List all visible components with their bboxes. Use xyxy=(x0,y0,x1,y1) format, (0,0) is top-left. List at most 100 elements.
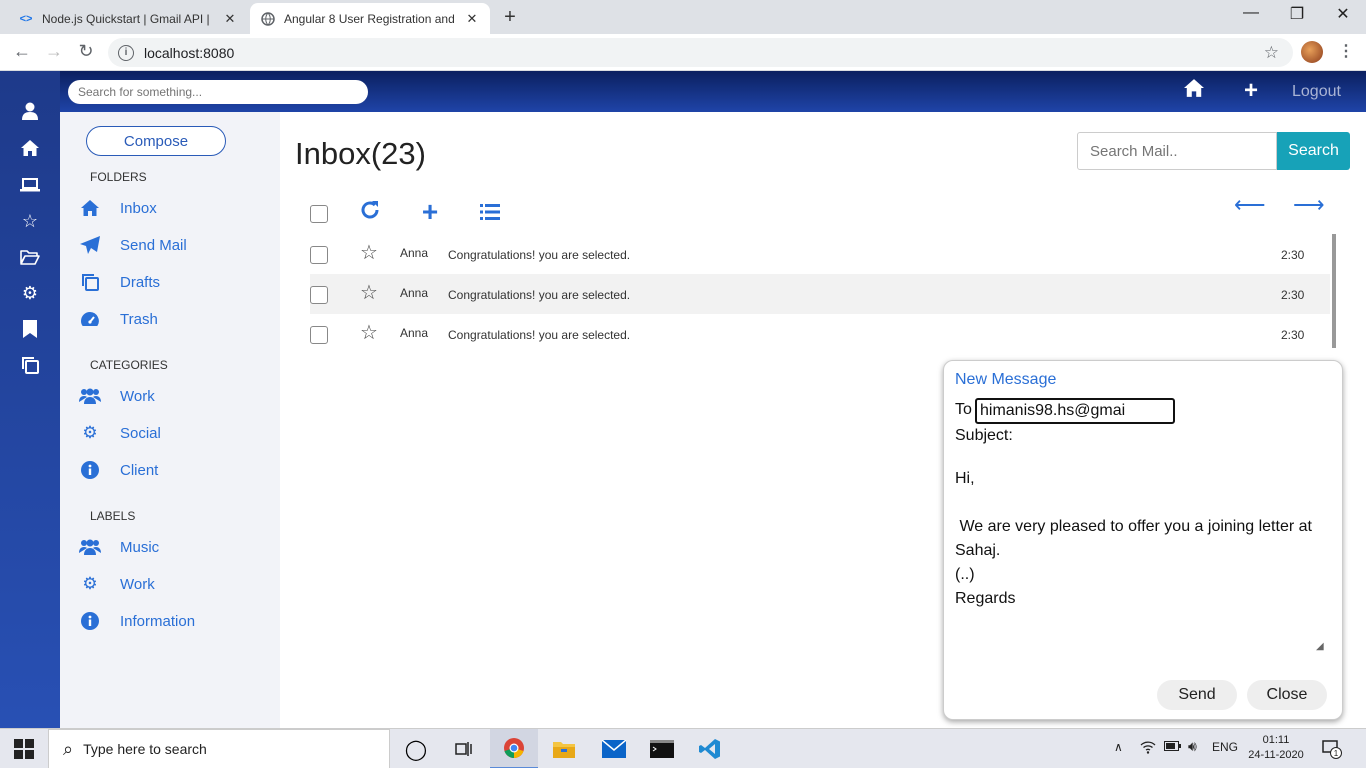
minimize-icon[interactable]: — xyxy=(1228,4,1274,22)
sidebar-item-social[interactable]: ⚙ Social xyxy=(78,421,160,445)
mail-list-scrollbar[interactable] xyxy=(1332,234,1336,348)
language-indicator[interactable]: ENG xyxy=(1212,740,1238,754)
mail-search-input[interactable] xyxy=(1077,132,1277,170)
to-field[interactable] xyxy=(975,398,1175,424)
browser-tab-bar: <> Node.js Quickstart | Gmail API | ✕ An… xyxy=(0,0,1366,34)
mail-checkbox[interactable] xyxy=(310,326,328,344)
info-icon xyxy=(78,611,102,631)
compose-button[interactable]: Compose xyxy=(86,126,226,156)
sidebar-item-work[interactable]: Work xyxy=(78,384,155,408)
taskbar-search[interactable]: ⌕ Type here to search xyxy=(48,729,390,768)
new-tab-button[interactable]: + xyxy=(500,6,520,29)
chevron-up-icon[interactable]: ∧ xyxy=(1114,740,1123,754)
browser-toolbar: ← → ↻ i localhost:8080 ☆ xyxy=(0,34,1366,71)
address-bar[interactable]: i localhost:8080 ☆ xyxy=(108,38,1293,67)
clock-time: 01:11 xyxy=(1262,734,1290,746)
cortana-icon[interactable]: ◯ xyxy=(392,729,440,768)
sidebar-item-label: Drafts xyxy=(120,273,161,291)
select-all-checkbox[interactable] xyxy=(310,205,328,223)
star-icon[interactable]: ☆ xyxy=(360,240,378,265)
user-icon[interactable] xyxy=(18,99,42,123)
close-window-icon[interactable]: ✕ xyxy=(1320,4,1366,24)
icon-rail: ☆ ⚙ xyxy=(0,71,60,728)
refresh-icon[interactable] xyxy=(358,200,382,226)
mail-row[interactable]: ☆ Anna Congratulations! you are selected… xyxy=(310,314,1330,354)
gear-icon: ⚙ xyxy=(82,423,98,442)
arrow-right-icon[interactable]: ⟶ xyxy=(1293,192,1325,218)
task-view-icon[interactable] xyxy=(440,729,488,768)
close-tab-icon[interactable]: ✕ xyxy=(464,11,480,27)
windows-taskbar: ⌕ Type here to search ◯ ∧ 🔊︎ ENG 01:11 2… xyxy=(0,728,1366,768)
mail-from: Anna xyxy=(400,286,429,300)
app-header: + Logout xyxy=(60,71,1366,112)
sidebar-item-inbox[interactable]: Inbox xyxy=(78,196,157,220)
home-icon[interactable] xyxy=(1184,79,1204,103)
close-button[interactable]: Close xyxy=(1247,680,1327,710)
profile-avatar[interactable] xyxy=(1301,41,1323,63)
sidebar-item-label: Client xyxy=(120,461,159,479)
tab-nodejs-quickstart[interactable]: <> Node.js Quickstart | Gmail API | ✕ xyxy=(8,3,248,34)
mail-checkbox[interactable] xyxy=(310,246,328,264)
bookmark-star-icon[interactable]: ☆ xyxy=(1264,43,1279,63)
home-icon[interactable] xyxy=(18,136,42,160)
battery-icon[interactable] xyxy=(1164,740,1182,755)
sidebar-item-send-mail[interactable]: Send Mail xyxy=(78,233,187,257)
close-tab-icon[interactable]: ✕ xyxy=(222,11,238,27)
laptop-icon[interactable] xyxy=(18,173,42,197)
info-icon[interactable]: i xyxy=(118,44,134,61)
resize-handle-icon[interactable]: ◢ xyxy=(1316,641,1324,652)
vscode-icon[interactable] xyxy=(686,729,734,768)
sidebar-item-label-work[interactable]: ⚙ Work xyxy=(78,572,154,596)
mail-sidebar: Compose FOLDERS Inbox Send Mail Drafts T… xyxy=(60,112,280,728)
chrome-icon[interactable] xyxy=(490,729,538,768)
message-body-textarea[interactable]: Hi, We are very pleased to offer you a j… xyxy=(955,467,1327,651)
menu-kebab-icon[interactable]: ⋮ xyxy=(1338,41,1354,61)
plus-icon[interactable]: + xyxy=(418,196,442,228)
labels-heading: LABELS xyxy=(90,509,136,523)
sidebar-item-drafts[interactable]: Drafts xyxy=(78,270,160,294)
copy-icon[interactable] xyxy=(18,353,42,377)
sidebar-item-client[interactable]: Client xyxy=(78,458,158,482)
list-icon[interactable] xyxy=(478,200,502,226)
back-icon[interactable]: ← xyxy=(10,41,34,62)
to-label: To xyxy=(955,401,972,418)
compose-title: New Message xyxy=(955,371,1057,388)
terminal-icon[interactable] xyxy=(638,729,686,768)
gear-icon[interactable]: ⚙ xyxy=(18,281,42,305)
mail-subject: Congratulations! you are selected. xyxy=(448,248,631,262)
home-icon xyxy=(78,198,102,218)
sidebar-item-label: Trash xyxy=(120,310,158,328)
star-icon[interactable]: ☆ xyxy=(360,280,378,305)
network-icon[interactable] xyxy=(1140,740,1156,757)
file-explorer-icon[interactable] xyxy=(540,729,588,768)
restore-icon[interactable]: ❐ xyxy=(1274,4,1320,24)
compose-window: New Message To Subject: Hi, We are very … xyxy=(943,360,1343,720)
arrow-left-icon[interactable]: ⟵ xyxy=(1234,192,1266,218)
reload-icon[interactable]: ↻ xyxy=(74,41,98,62)
sidebar-item-music[interactable]: Music xyxy=(78,535,159,559)
folder-open-icon[interactable] xyxy=(18,245,42,269)
plus-icon[interactable]: + xyxy=(1244,77,1258,105)
logout-link[interactable]: Logout xyxy=(1292,83,1341,101)
sidebar-item-label: Inbox xyxy=(120,199,157,217)
windows-start-icon[interactable] xyxy=(14,739,34,759)
mail-row[interactable]: ☆ Anna Congratulations! you are selected… xyxy=(310,274,1330,314)
mail-row[interactable]: ☆ Anna Congratulations! you are selected… xyxy=(310,234,1330,274)
global-search-input[interactable] xyxy=(68,80,368,104)
info-icon xyxy=(78,460,102,480)
star-icon[interactable]: ☆ xyxy=(18,209,42,233)
tab-angular-registration[interactable]: Angular 8 User Registration and ✕ xyxy=(250,3,490,34)
send-button[interactable]: Send xyxy=(1157,680,1237,710)
mail-checkbox[interactable] xyxy=(310,286,328,304)
clock[interactable]: 01:11 24-11-2020 xyxy=(1248,733,1304,763)
star-icon[interactable]: ☆ xyxy=(360,320,378,345)
mail-search-button[interactable]: Search xyxy=(1277,132,1350,170)
volume-icon[interactable]: 🔊︎ xyxy=(1188,738,1197,755)
bookmark-icon[interactable] xyxy=(18,317,42,341)
mail-app-icon[interactable] xyxy=(590,729,638,768)
notification-icon[interactable]: 1 xyxy=(1322,739,1342,764)
sidebar-item-information[interactable]: Information xyxy=(78,609,195,633)
forward-icon[interactable]: → xyxy=(42,41,66,62)
subject-label: Subject: xyxy=(955,427,1013,444)
sidebar-item-trash[interactable]: Trash xyxy=(78,307,158,331)
